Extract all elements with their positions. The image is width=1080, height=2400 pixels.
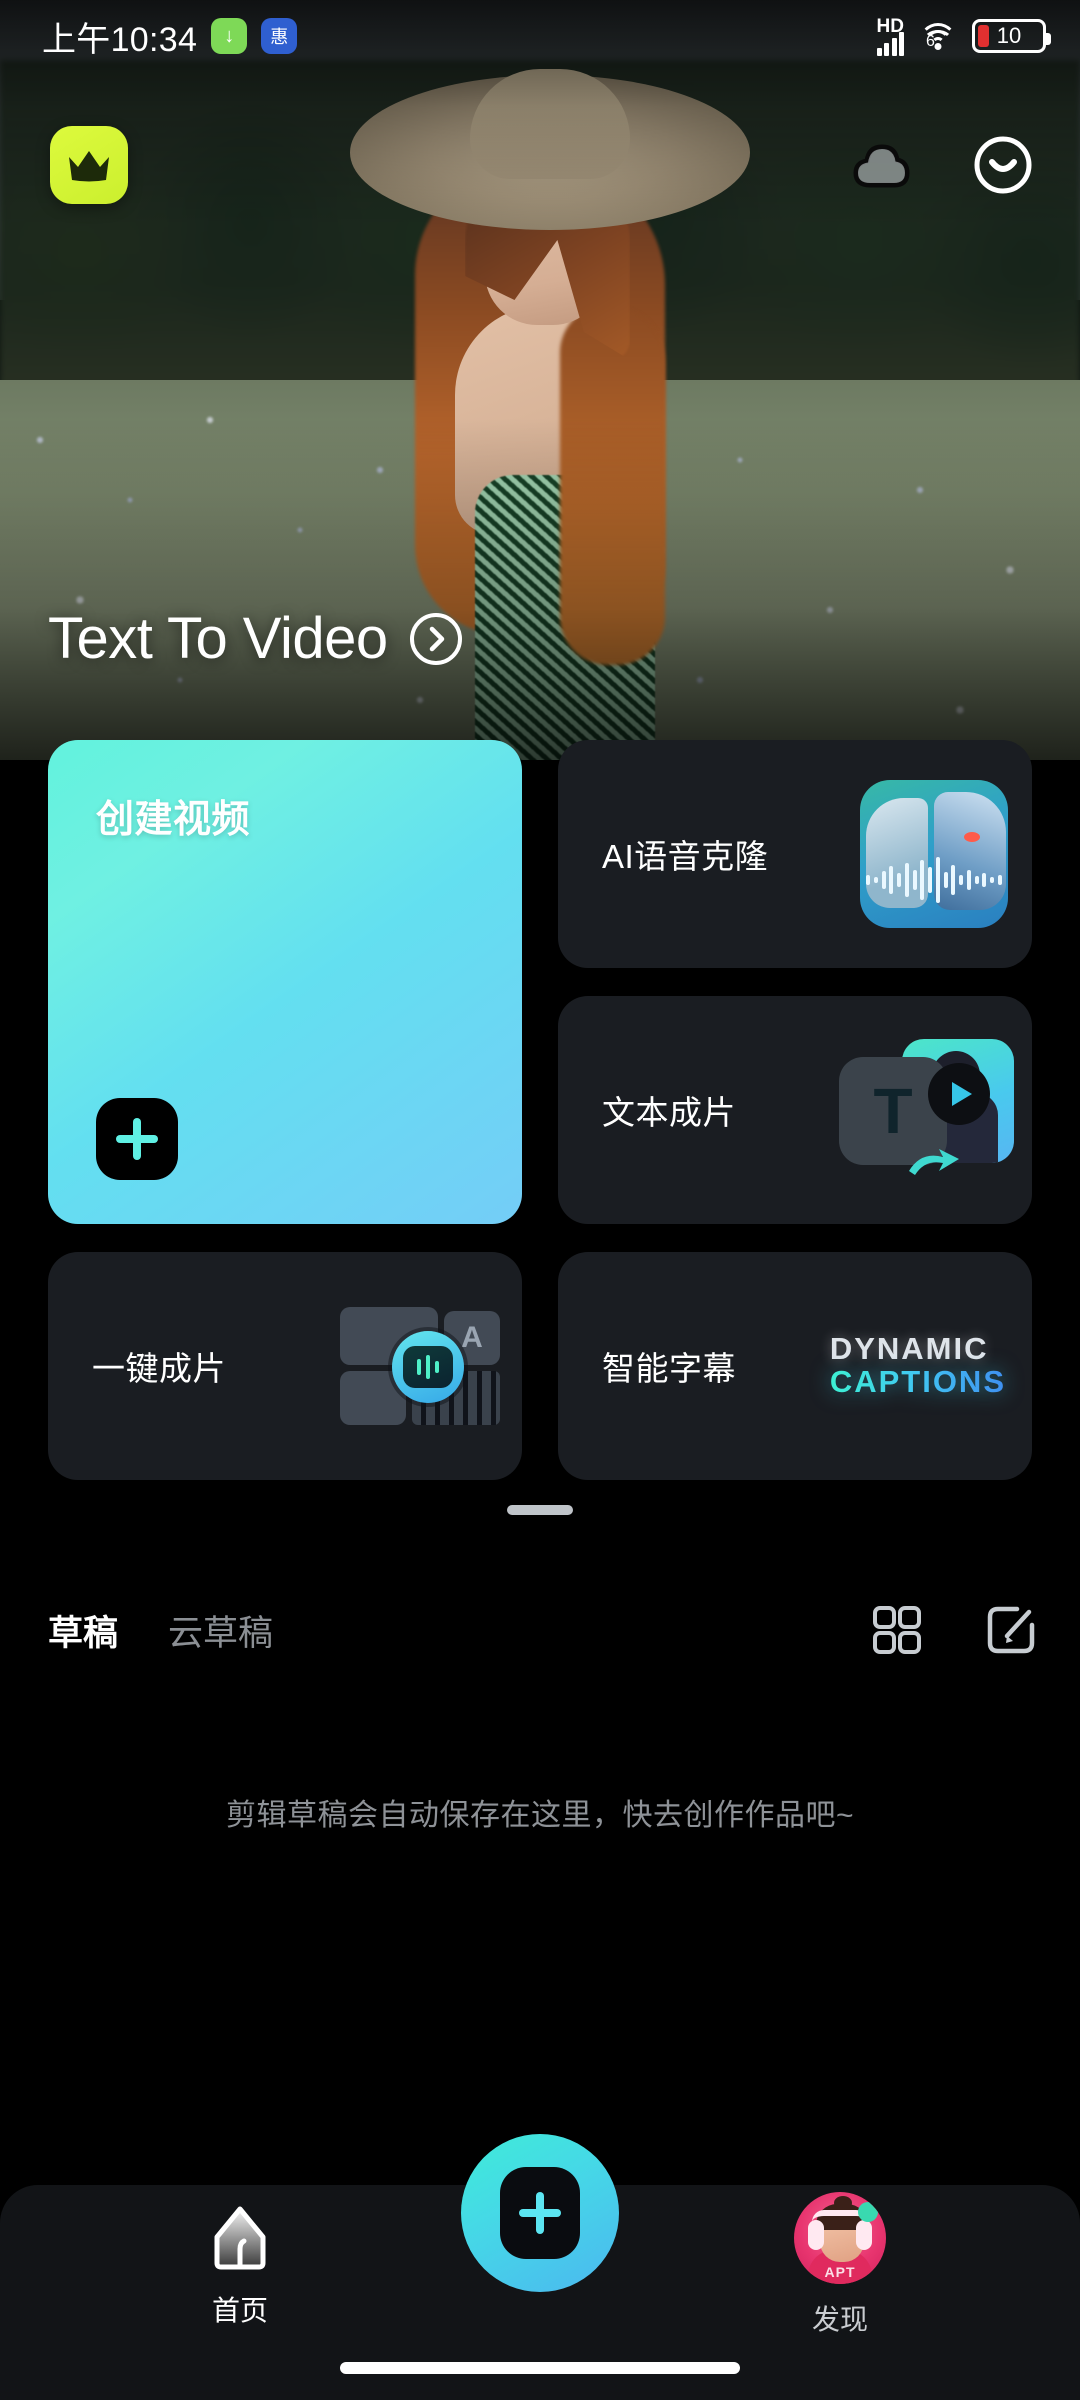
nav-discover-label: 发现 (811, 2304, 868, 2335)
caption-line-2: CAPTIONS (829, 1364, 1006, 1399)
grid-view-icon[interactable] (872, 1605, 922, 1655)
nav-home-label: 首页 (211, 2295, 268, 2326)
drafts-tabs: 草稿 云草稿 (48, 1605, 273, 1656)
avatar-text: APT (824, 2264, 856, 2280)
text-to-film-title: 文本成片 (602, 1094, 736, 1131)
app-screen: 上午10:34 ↓ 惠 HD 6 10 Text To Video 创建视频 A… (0, 0, 1080, 2400)
status-time: 上午10:34 (42, 20, 198, 59)
status-bar: 上午10:34 ↓ 惠 HD 6 10 (0, 0, 1080, 72)
create-fab-button[interactable] (461, 2134, 619, 2292)
signal-bars-icon (876, 31, 904, 56)
home-indicator[interactable] (340, 2362, 740, 2374)
wifi-icon: 6 (918, 21, 958, 51)
ai-voice-clone-thumbnail-icon (860, 780, 1008, 928)
edit-compose-icon[interactable] (984, 1603, 1038, 1657)
wifi-generation-label: 6 (923, 30, 953, 54)
download-badge-icon: ↓ (211, 18, 248, 54)
smart-captions-thumbnail-icon: DYNAMIC CAPTIONS (829, 1331, 1006, 1399)
one-tap-film-thumbnail-icon: A (340, 1307, 500, 1425)
tab-local-drafts[interactable]: 草稿 (48, 1605, 118, 1656)
avatar-icon: APT (794, 2192, 886, 2284)
banner-title-row[interactable]: Text To Video (48, 605, 464, 672)
hero-actions-row (0, 120, 1080, 210)
sheet-drag-handle[interactable] (507, 1505, 573, 1515)
create-video-card[interactable]: 创建视频 (48, 740, 522, 1224)
battery-percent-label: 10 (996, 23, 1022, 48)
status-bar-right: HD 6 10 (876, 17, 1051, 56)
chevron-right-circle-icon[interactable] (408, 611, 464, 667)
drafts-toolbar: 草稿 云草稿 (0, 1585, 1080, 1675)
profile-button[interactable] (966, 128, 1040, 202)
vip-crown-button[interactable] (50, 126, 128, 204)
app-notification-badge-icon: 惠 (261, 18, 298, 54)
ai-voice-clone-card[interactable]: AI语音克隆 (558, 740, 1032, 968)
battery-icon: 10 (972, 19, 1051, 53)
hero-right-actions (844, 128, 1040, 202)
cloud-icon (853, 144, 910, 188)
feature-card-grid: 创建视频 AI语音克隆 文本成片 T 一键成片 A 智能字幕 DYNAMIC C… (48, 740, 1032, 1480)
smart-captions-card[interactable]: 智能字幕 DYNAMIC CAPTIONS (558, 1252, 1032, 1480)
text-to-film-thumbnail-icon: T (839, 1035, 1014, 1185)
create-video-title: 创建视频 (96, 799, 251, 841)
drafts-actions (872, 1603, 1038, 1657)
smart-captions-title: 智能字幕 (602, 1350, 736, 1387)
ai-voice-clone-title: AI语音克隆 (602, 838, 769, 875)
status-bar-left: 上午10:34 ↓ 惠 (42, 12, 298, 61)
create-video-plus-button[interactable] (96, 1098, 178, 1180)
nav-item-discover[interactable]: APT 发现 (750, 2192, 930, 2338)
tab-cloud-drafts[interactable]: 云草稿 (168, 1605, 273, 1656)
cellular-signal-icon: HD (876, 17, 904, 56)
one-tap-film-card[interactable]: 一键成片 A (48, 1252, 522, 1480)
plus-icon (519, 2192, 561, 2234)
one-tap-film-title: 一键成片 (92, 1350, 226, 1387)
crown-icon (69, 151, 109, 182)
transform-arrow-icon (909, 1149, 959, 1175)
banner-title-text: Text To Video (48, 606, 388, 671)
fab-inner-square (500, 2167, 580, 2259)
caption-line-1: DYNAMIC (829, 1331, 989, 1367)
home-icon (214, 2206, 266, 2270)
text-to-film-card[interactable]: 文本成片 T (558, 996, 1032, 1224)
cloud-button[interactable] (844, 128, 918, 202)
plus-icon (116, 1118, 158, 1160)
drafts-empty-state-text: 剪辑草稿会自动保存在这里，快去创作作品吧~ (225, 1799, 855, 1832)
smiley-face-icon (974, 136, 1032, 194)
nav-item-home[interactable]: 首页 (150, 2201, 330, 2329)
